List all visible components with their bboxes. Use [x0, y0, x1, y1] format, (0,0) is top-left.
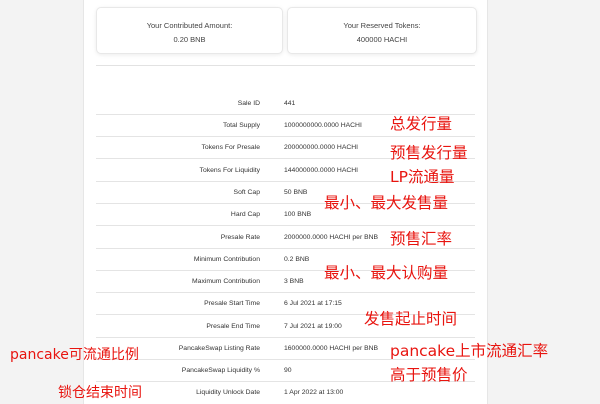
- reserved-tokens-card: Your Reserved Tokens: 400000 HACHI: [287, 7, 477, 54]
- row-value: 2000000.0000 HACHI per BNB: [284, 234, 379, 241]
- annotation-unlock: 锁仓结束时间: [58, 385, 142, 401]
- contributed-amount-value: 0.20 BNB: [173, 35, 206, 44]
- annotation-listing-rate-note: 高于预售价: [390, 366, 468, 384]
- row-label: PancakeSwap Liquidity %: [181, 367, 260, 374]
- row-label: Minimum Contribution: [193, 256, 260, 263]
- section-divider: [96, 65, 475, 66]
- row-label: Total Supply: [222, 122, 260, 129]
- row-label: Liquidity Unlock Date: [196, 389, 260, 396]
- reserved-tokens-title: Your Reserved Tokens:: [343, 21, 421, 30]
- row-label: Maximum Contribution: [192, 278, 260, 285]
- reserved-tokens-value: 400000 HACHI: [356, 35, 408, 44]
- row-label: Soft Cap: [233, 189, 260, 196]
- row-label: Presale Rate: [220, 234, 260, 241]
- info-row-sale-id: Sale ID 441: [96, 93, 475, 115]
- info-row-liquidity-unlock-date: Liquidity Unlock Date 1 Apr 2022 at 13:0…: [96, 382, 475, 404]
- annotation-caps: 最小、最大发售量: [324, 194, 449, 212]
- annotation-listing-rate: pancake上市流通汇率: [390, 342, 549, 360]
- row-label: Tokens For Liquidity: [199, 167, 260, 174]
- annotation-presale-rate: 预售汇率: [390, 230, 453, 248]
- contributed-amount-title: Your Contributed Amount:: [146, 21, 233, 30]
- row-label: PancakeSwap Listing Rate: [178, 345, 260, 352]
- row-label: Presale End Time: [206, 323, 260, 330]
- annotation-contribution: 最小、最大认购量: [324, 264, 449, 282]
- row-value: 3 BNB: [284, 278, 304, 285]
- row-value: 1000000000.0000 HACHI: [284, 122, 362, 129]
- row-value: 441: [284, 100, 296, 107]
- annotation-total-supply: 总发行量: [390, 115, 453, 133]
- row-label: Hard Cap: [230, 211, 260, 218]
- row-value: 100 BNB: [284, 211, 312, 218]
- row-value: 6 Jul 2021 at 17:15: [284, 300, 342, 307]
- row-divider: [96, 225, 475, 226]
- row-value: 90: [284, 367, 292, 374]
- annotation-liquidity-percent: pancake可流通比例: [10, 347, 139, 363]
- row-value: 7 Jul 2021 at 19:00: [284, 323, 342, 330]
- annotation-sale-time: 发售起止时间: [364, 310, 458, 328]
- annotation-lp-supply: LP流通量: [390, 168, 455, 186]
- annotation-presale-supply: 预售发行量: [390, 144, 468, 162]
- row-value: 1600000.0000 HACHI per BNB: [284, 345, 379, 352]
- row-value: 144000000.0000 HACHI: [284, 167, 359, 174]
- row-value: 200000000.0000 HACHI: [284, 144, 359, 151]
- row-value: 1 Apr 2022 at 13:00: [284, 389, 344, 396]
- row-label: Presale Start Time: [204, 300, 260, 307]
- contributed-amount-card: Your Contributed Amount: 0.20 BNB: [96, 7, 283, 54]
- row-label: Tokens For Presale: [201, 144, 260, 151]
- row-label: Sale ID: [237, 100, 260, 107]
- row-value: 0.2 BNB: [284, 256, 310, 263]
- row-value: 50 BNB: [284, 189, 308, 196]
